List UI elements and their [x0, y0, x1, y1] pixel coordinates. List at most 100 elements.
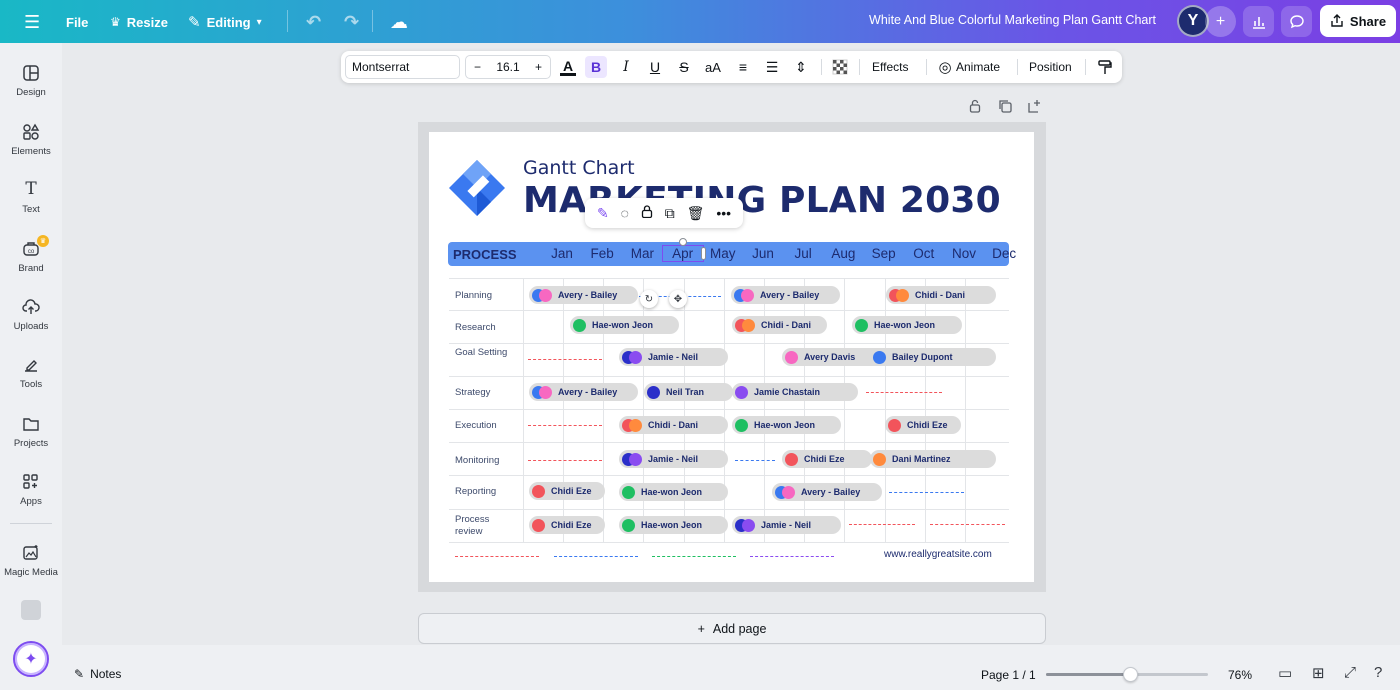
task-bar[interactable]: Hae-won Jeon — [732, 416, 841, 434]
sidebar-item-apps[interactable]: Apps — [0, 472, 62, 507]
recent-design-thumbnail[interactable] — [21, 600, 41, 620]
magic-write-icon[interactable]: ✎ — [597, 205, 609, 222]
row-label[interactable]: Strategy — [455, 387, 515, 399]
row-label[interactable]: Goal Setting — [455, 347, 515, 359]
animate-button[interactable]: Animate — [956, 60, 1000, 74]
row-label[interactable]: Process review — [455, 514, 515, 538]
month-label-dec[interactable]: Dec — [984, 246, 1024, 261]
insights-button[interactable] — [1243, 6, 1274, 37]
decrease-size-icon[interactable]: − — [474, 60, 481, 74]
duplicate-page-button[interactable] — [998, 99, 1012, 116]
website-url[interactable]: www.reallygreatsite.com — [884, 549, 992, 560]
underline-button[interactable]: U — [644, 56, 666, 78]
month-label-apr[interactable]: Apr — [661, 245, 704, 262]
selection-top-handle[interactable] — [678, 238, 687, 246]
month-label-may[interactable]: May — [703, 246, 743, 261]
position-button[interactable]: Position — [1029, 60, 1072, 74]
task-bar[interactable]: Chidi - Dani — [886, 286, 996, 304]
transparency-button[interactable] — [829, 56, 851, 78]
process-label[interactable]: PROCESS — [453, 247, 517, 262]
task-bar[interactable]: Hae-won Jeon — [570, 316, 679, 334]
magic-assistant-button[interactable]: ✦ — [13, 641, 49, 677]
page-view-icon[interactable]: ▭ — [1278, 664, 1292, 682]
month-label-feb[interactable]: Feb — [582, 246, 622, 261]
task-bar[interactable]: Hae-won Jeon — [619, 483, 728, 501]
zoom-value[interactable]: 76% — [1228, 668, 1252, 682]
page-count[interactable]: Page 1 / 1 — [981, 668, 1036, 682]
task-bar[interactable]: Avery - Bailey — [731, 286, 840, 304]
text-color-button[interactable]: A — [557, 56, 579, 78]
task-bar[interactable]: Chidi Eze — [529, 516, 605, 534]
month-label-aug[interactable]: Aug — [823, 246, 863, 261]
sidebar-item-text[interactable]: T Text — [0, 180, 62, 215]
task-bar[interactable]: Avery - Bailey — [772, 483, 882, 501]
task-bar[interactable]: Chidi Eze — [885, 416, 961, 434]
month-label-oct[interactable]: Oct — [904, 246, 944, 261]
task-bar[interactable]: Avery - Bailey — [529, 286, 638, 304]
row-label[interactable]: Reporting — [455, 486, 515, 498]
month-label-mar[interactable]: Mar — [622, 246, 662, 261]
sidebar-item-projects[interactable]: Projects — [0, 414, 62, 449]
month-header-bar[interactable]: PROCESS Jan Feb Mar Apr May Jun Jul Aug Sep Oct No… — [448, 238, 1016, 266]
task-bar[interactable]: Chidi Eze — [529, 482, 605, 500]
sidebar-item-tools[interactable]: Tools — [0, 355, 62, 390]
strikethrough-button[interactable]: S — [673, 56, 695, 78]
duplicate-icon[interactable]: ⧉ — [665, 205, 675, 222]
lock-icon[interactable] — [641, 205, 653, 221]
document-title[interactable]: White And Blue Colorful Marketing Plan G… — [869, 13, 1156, 27]
month-label-jan[interactable]: Jan — [542, 246, 582, 261]
sidebar-item-design[interactable]: Design — [0, 63, 62, 98]
row-label[interactable]: Monitoring — [455, 455, 515, 467]
month-label-jul[interactable]: Jul — [783, 246, 823, 261]
list-button[interactable]: ☰ — [761, 56, 783, 78]
font-size-value[interactable]: 16.1 — [496, 60, 519, 74]
bold-button[interactable]: B — [585, 56, 607, 78]
effects-button[interactable]: Effects — [872, 60, 908, 74]
rotate-handle[interactable]: ↻ — [640, 290, 658, 308]
task-bar[interactable]: Hae-won Jeon — [852, 316, 962, 334]
trash-icon[interactable]: 🗑 — [687, 205, 705, 222]
task-bar[interactable]: Chidi - Dani — [732, 316, 827, 334]
month-label-sep[interactable]: Sep — [864, 246, 904, 261]
undo-button[interactable]: ↶ — [298, 6, 329, 38]
row-label[interactable]: Planning — [455, 290, 515, 302]
spacing-button[interactable]: ⇕ — [790, 56, 812, 78]
zoom-slider[interactable] — [1046, 667, 1208, 682]
save-status-button[interactable]: ☁ — [382, 6, 416, 38]
sidebar-item-magic-media[interactable]: Magic Media — [0, 543, 62, 578]
share-button[interactable]: Share — [1320, 5, 1396, 37]
task-bar[interactable]: Dani Martinez — [870, 450, 996, 468]
move-handle[interactable]: ✥ — [669, 290, 687, 308]
task-bar[interactable]: Bailey Dupont — [870, 348, 996, 366]
add-page-button[interactable]: + Add page — [418, 613, 1046, 644]
month-label-jun[interactable]: Jun — [743, 246, 783, 261]
more-icon[interactable]: ••• — [716, 205, 731, 221]
task-bar[interactable]: Jamie - Neil — [732, 516, 841, 534]
fullscreen-icon[interactable]: ⤢ — [1344, 664, 1356, 681]
letter-case-button[interactable]: aA — [702, 56, 724, 78]
chart-subtitle[interactable]: Gantt Chart — [523, 157, 635, 179]
task-bar[interactable]: Chidi - Dani — [619, 416, 728, 434]
increase-size-icon[interactable]: + — [535, 60, 542, 74]
task-bar[interactable]: Chidi Eze — [782, 450, 872, 468]
comments-button[interactable] — [1281, 6, 1312, 37]
file-menu-button[interactable]: File — [58, 6, 96, 38]
task-bar[interactable]: Hae-won Jeon — [619, 516, 728, 534]
task-bar[interactable]: Avery - Bailey — [529, 383, 638, 401]
redo-button[interactable]: ↷ — [336, 6, 367, 38]
row-label[interactable]: Research — [455, 322, 515, 334]
task-bar[interactable]: Neil Tran — [644, 383, 733, 401]
text-align-button[interactable]: ≡ — [732, 56, 754, 78]
copy-style-button[interactable] — [1094, 56, 1116, 78]
zoom-slider-thumb[interactable] — [1123, 667, 1139, 682]
font-size-stepper[interactable]: − 16.1 + — [465, 55, 551, 79]
editing-mode-button[interactable]: ✎ Editing ▾ — [180, 6, 270, 38]
sidebar-item-elements[interactable]: Elements — [0, 122, 62, 157]
task-bar[interactable]: Jamie Chastain — [732, 383, 858, 401]
sidebar-item-brand[interactable]: co ♛ Brand — [0, 235, 62, 274]
comment-add-icon[interactable]: ◌ — [621, 205, 629, 221]
main-menu-button[interactable]: ☰ — [16, 6, 48, 38]
notes-button[interactable]: ✎ Notes — [74, 667, 121, 681]
row-label[interactable]: Execution — [455, 420, 515, 432]
help-icon[interactable]: ? — [1374, 664, 1382, 681]
